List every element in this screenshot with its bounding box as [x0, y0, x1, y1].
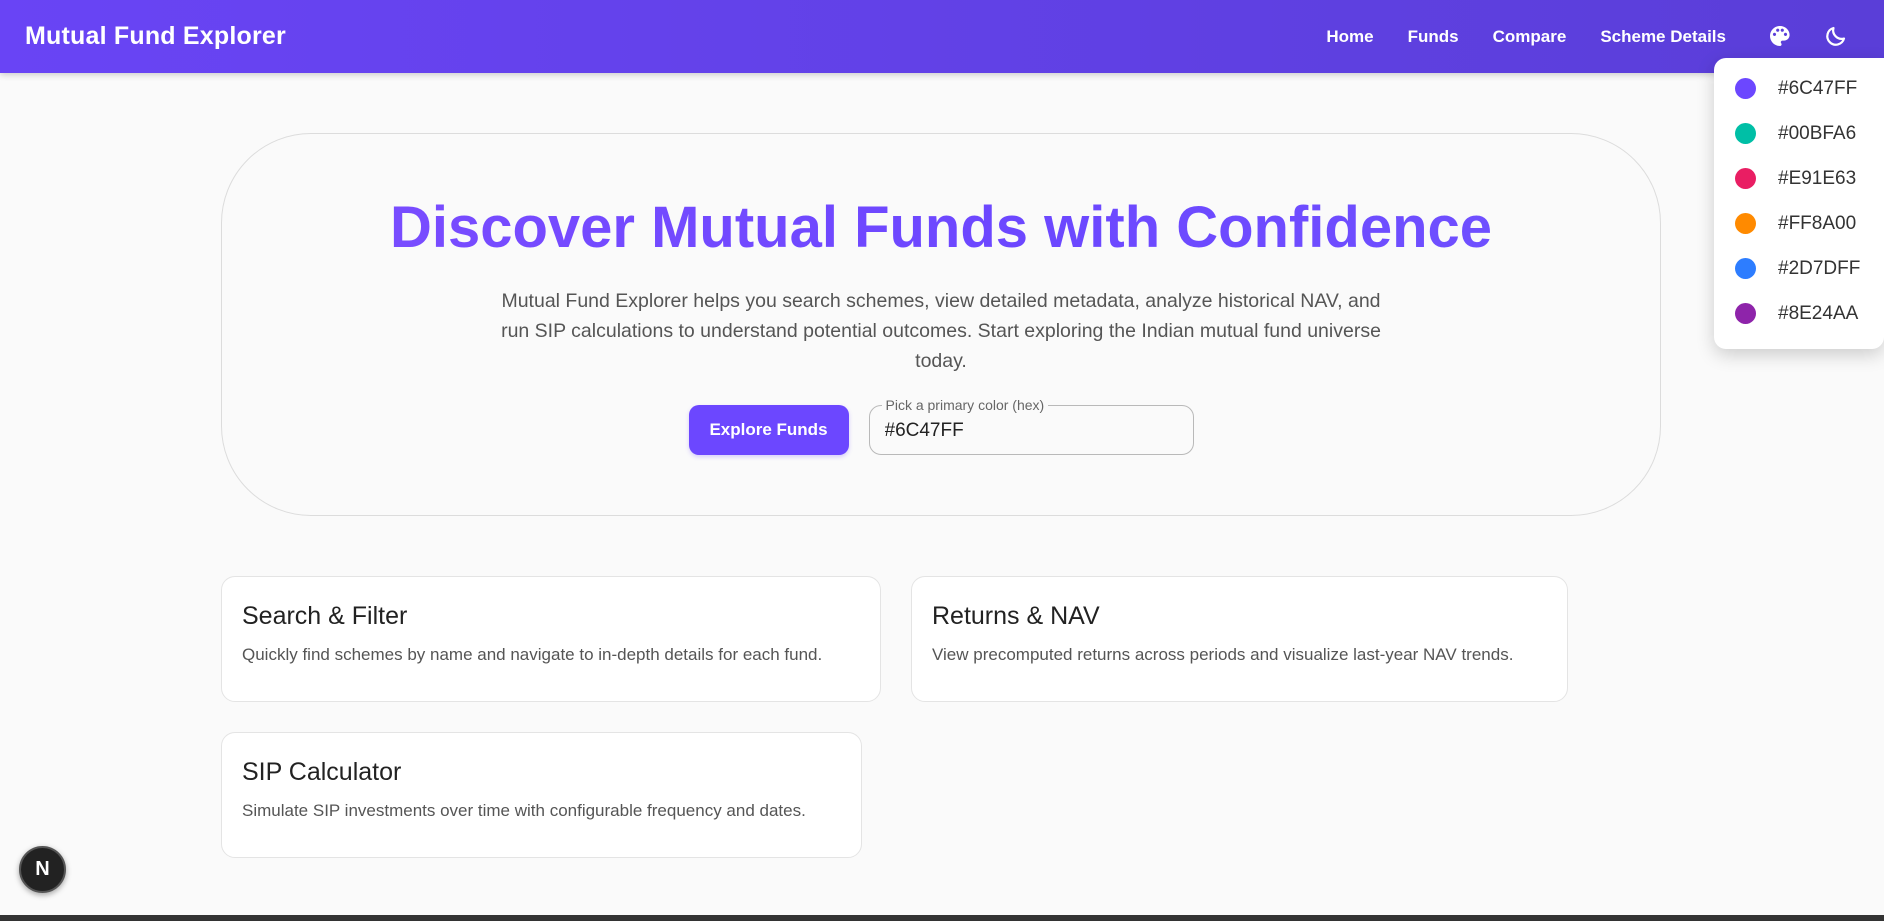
color-label: #2D7DFF — [1778, 257, 1861, 279]
feature-card-search: Search & Filter Quickly find schemes by … — [221, 576, 881, 702]
hero-actions: Explore Funds Pick a primary color (hex) — [222, 397, 1660, 455]
nextjs-dev-badge[interactable]: N — [19, 846, 66, 893]
color-swatch — [1735, 213, 1756, 234]
color-swatch — [1735, 168, 1756, 189]
feature-card-sip: SIP Calculator Simulate SIP investments … — [221, 732, 862, 858]
card-title: Search & Filter — [242, 602, 408, 630]
primary-color-label: Pick a primary color (hex) — [881, 397, 1049, 413]
main-nav: Home Funds Compare Scheme Details — [1309, 0, 1734, 73]
color-option[interactable]: #E91E63 — [1714, 156, 1884, 201]
color-option[interactable]: #00BFA6 — [1714, 111, 1884, 156]
palette-icon — [1770, 26, 1790, 46]
hero-title: Discover Mutual Funds with Confidence — [222, 194, 1660, 261]
primary-color-field[interactable]: Pick a primary color (hex) — [868, 397, 1194, 455]
theme-toggle-button[interactable] — [1816, 16, 1856, 56]
card-text: Quickly find schemes by name and navigat… — [242, 645, 823, 664]
nav-home[interactable]: Home — [1309, 19, 1390, 55]
color-label: #FF8A00 — [1778, 212, 1857, 234]
card-text: Simulate SIP investments over time with … — [242, 801, 806, 820]
color-swatch — [1735, 123, 1756, 144]
color-swatch — [1735, 303, 1756, 324]
card-title: Returns & NAV — [932, 602, 1100, 630]
hero-description: Mutual Fund Explorer helps you search sc… — [501, 290, 1381, 372]
bottom-edge-bar — [0, 915, 1884, 921]
moon-icon — [1826, 26, 1846, 46]
color-label: #00BFA6 — [1778, 122, 1857, 144]
nav-compare[interactable]: Compare — [1476, 19, 1584, 55]
card-text: View precomputed returns across periods … — [932, 645, 1514, 664]
hero-section: Discover Mutual Funds with Confidence Mu… — [221, 133, 1661, 516]
feature-card-returns: Returns & NAV View precomputed returns a… — [911, 576, 1568, 702]
color-option[interactable]: #2D7DFF — [1714, 246, 1884, 291]
primary-color-input[interactable] — [884, 418, 1175, 444]
color-option[interactable]: #6C47FF — [1714, 66, 1884, 111]
color-option[interactable]: #FF8A00 — [1714, 201, 1884, 246]
explore-funds-button[interactable]: Explore Funds — [688, 405, 849, 455]
color-option[interactable]: #8E24AA — [1714, 291, 1884, 336]
app-bar: Mutual Fund Explorer Home Funds Compare … — [0, 0, 1884, 73]
color-label: #E91E63 — [1778, 167, 1857, 189]
color-label: #6C47FF — [1778, 77, 1858, 99]
brand-title[interactable]: Mutual Fund Explorer — [25, 22, 286, 51]
color-label: #8E24AA — [1778, 302, 1859, 324]
card-title: SIP Calculator — [242, 758, 402, 786]
color-swatch — [1735, 78, 1756, 99]
nav-scheme-details[interactable]: Scheme Details — [1583, 19, 1734, 55]
palette-button[interactable] — [1760, 16, 1800, 56]
color-menu: #6C47FF #00BFA6 #E91E63 #FF8A00 #2D7DFF … — [1714, 58, 1884, 349]
color-swatch — [1735, 258, 1756, 279]
nav-funds[interactable]: Funds — [1391, 19, 1476, 55]
